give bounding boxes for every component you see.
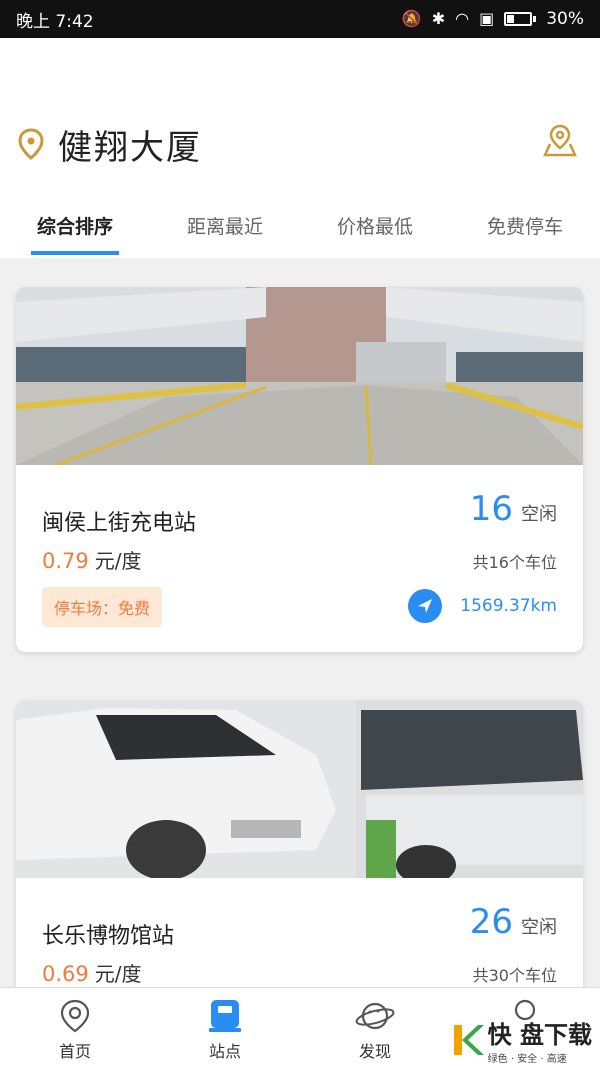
battery-percent: 30% (546, 9, 584, 29)
price-line: 0.69 元/度 (42, 958, 142, 987)
battery-icon (504, 12, 537, 26)
free-number: 26 (469, 902, 513, 942)
planet-icon (355, 1002, 395, 1030)
price-unit: 元/度 (94, 962, 142, 986)
station-name: 长乐博物馆站 (42, 924, 175, 949)
nav-stations[interactable]: 站点 (150, 988, 300, 1067)
watermark-sub: 绿色 · 安全 · 高速 (487, 1054, 567, 1065)
nav-home-label: 首页 (58, 1042, 91, 1061)
status-bar: 晚上 7:42 🔕 ✱ ◠ ▣ 30% (0, 0, 600, 38)
tab-comprehensive[interactable]: 综合排序 (0, 198, 150, 258)
watermark-text: 快 盘下载 (487, 1021, 592, 1049)
station-name: 闽侯上街充电站 (42, 511, 197, 536)
nav-home[interactable]: 首页 (0, 988, 150, 1067)
mute-icon: 🔕 (401, 9, 422, 28)
total-spots: 共16个车位 (472, 553, 557, 572)
station-photo (16, 700, 583, 885)
parking-tag: 停车场：免费 (42, 587, 163, 627)
home-pin-icon (60, 999, 90, 1033)
free-label: 空闲 (521, 917, 557, 938)
free-count: 26 空闲 (470, 902, 557, 942)
price-unit: 元/度 (94, 549, 142, 573)
sim-alert-icon: ▣ (479, 9, 495, 28)
status-time: 晚上 7:42 (16, 11, 94, 32)
price-value: 0.69 (42, 962, 89, 986)
sort-tabs: 综合排序 距离最近 价格最低 免费停车 (0, 198, 600, 258)
total-spots: 共30个车位 (472, 966, 557, 985)
map-pin-icon[interactable] (542, 122, 578, 158)
header: 健翔大厦 综合排序 距离最近 价格最低 免费停车 (0, 38, 600, 258)
tab-nearest[interactable]: 距离最近 (150, 198, 300, 258)
wifi-icon: ◠ (455, 9, 470, 28)
tab-cheapest[interactable]: 价格最低 (300, 198, 450, 258)
location-row[interactable]: 健翔大厦 (0, 118, 600, 168)
navigation-arrow-icon (408, 589, 443, 623)
free-count: 16 空闲 (470, 489, 557, 529)
tab-free-parking[interactable]: 免费停车 (450, 198, 600, 258)
station-card[interactable]: 长乐博物馆站 0.69 元/度 26 空闲 共30个车位 (16, 700, 583, 1000)
nav-discover-label: 发现 (358, 1042, 391, 1061)
location-title[interactable]: 健翔大厦 (58, 120, 202, 169)
nav-discover[interactable]: 发现 (300, 988, 450, 1067)
price-value: 0.79 (42, 549, 89, 573)
navigate-button[interactable]: 1569.37km (408, 589, 557, 623)
price-line: 0.79 元/度 (42, 545, 142, 574)
distance-text: 1569.37km (460, 596, 557, 616)
free-number: 16 (469, 489, 513, 529)
station-photo (16, 287, 583, 467)
bluetooth-icon: ✱ (431, 9, 446, 28)
station-card[interactable]: 闽侯上街充电站 0.79 元/度 16 空闲 共16个车位 停车场：免费 1569… (16, 287, 583, 652)
nav-stations-label: 站点 (208, 1042, 241, 1061)
status-icons: 🔕 ✱ ◠ ▣ 30% (402, 9, 584, 29)
watermark-logo: 快 盘下载 绿色 · 安全 · 高速 (452, 1015, 592, 1065)
station-icon (209, 1000, 241, 1032)
watermark-k-icon (453, 1025, 484, 1055)
free-label: 空闲 (521, 504, 557, 525)
location-pin-icon (18, 128, 44, 160)
